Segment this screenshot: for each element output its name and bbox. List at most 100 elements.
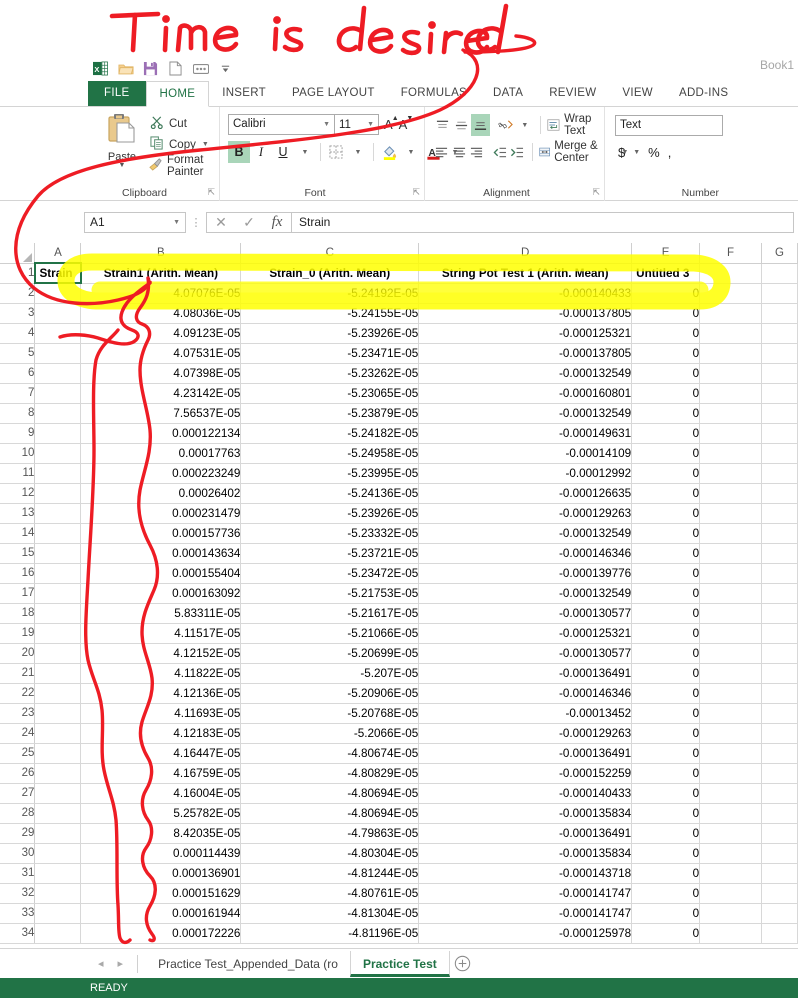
- confirm-entry-button[interactable]: ✓: [235, 213, 263, 232]
- cell-e17[interactable]: 0: [631, 583, 701, 604]
- cell-d33[interactable]: -0.000141747: [418, 903, 633, 924]
- cell-b27[interactable]: 4.16004E-05: [80, 783, 242, 804]
- cell-f6[interactable]: [699, 363, 762, 384]
- row-header-24[interactable]: 24: [0, 723, 36, 744]
- cell-d11[interactable]: -0.00012992: [418, 463, 633, 484]
- cell-g13[interactable]: [761, 503, 798, 524]
- cell-e2[interactable]: 0: [631, 283, 701, 304]
- cell-f11[interactable]: [699, 463, 762, 484]
- cell-b22[interactable]: 4.12136E-05: [80, 683, 242, 704]
- cell-d12[interactable]: -0.000126635: [418, 483, 633, 504]
- cell-d21[interactable]: -0.000136491: [418, 663, 633, 684]
- cell-e12[interactable]: 0: [631, 483, 701, 504]
- cell-e9[interactable]: 0: [631, 423, 701, 444]
- cell-g8[interactable]: [761, 403, 798, 424]
- borders-caret-icon[interactable]: ▼: [347, 141, 369, 163]
- row-header-2[interactable]: 2: [0, 283, 36, 304]
- insert-function-icon[interactable]: fx: [263, 213, 291, 232]
- row-header-30[interactable]: 30: [0, 843, 36, 864]
- increase-indent-button[interactable]: [509, 141, 526, 163]
- cell-g3[interactable]: [761, 303, 798, 324]
- cell-a16[interactable]: [34, 563, 82, 584]
- cell-a2[interactable]: [34, 283, 82, 304]
- cell-g22[interactable]: [761, 683, 798, 704]
- cell-e3[interactable]: 0: [631, 303, 701, 324]
- row-header-25[interactable]: 25: [0, 743, 36, 764]
- cell-e18[interactable]: 0: [631, 603, 701, 624]
- row-header-10[interactable]: 10: [0, 443, 36, 464]
- cell-g34[interactable]: [761, 923, 798, 944]
- row-header-33[interactable]: 33: [0, 903, 36, 924]
- column-header-c[interactable]: C: [240, 243, 420, 264]
- cell-e23[interactable]: 0: [631, 703, 701, 724]
- cell-b5[interactable]: 4.07531E-05: [80, 343, 242, 364]
- cell-f21[interactable]: [699, 663, 762, 684]
- cell-f14[interactable]: [699, 523, 762, 544]
- cell-e20[interactable]: 0: [631, 643, 701, 664]
- cell-e4[interactable]: 0: [631, 323, 701, 344]
- cell-c15[interactable]: -5.23721E-05: [240, 543, 420, 564]
- cell-b30[interactable]: 0.000114439: [80, 843, 242, 864]
- cell-f16[interactable]: [699, 563, 762, 584]
- font-dialog-launcher-icon[interactable]: ⇱: [412, 187, 420, 198]
- align-center-button[interactable]: [450, 141, 467, 163]
- cell-a28[interactable]: [34, 803, 82, 824]
- row-header-18[interactable]: 18: [0, 603, 36, 624]
- cell-a18[interactable]: [34, 603, 82, 624]
- cell-c16[interactable]: -5.23472E-05: [240, 563, 420, 584]
- align-middle-button[interactable]: [452, 114, 471, 136]
- cell-e1[interactable]: Untitled 3: [631, 263, 701, 284]
- cell-f19[interactable]: [699, 623, 762, 644]
- cell-g18[interactable]: [761, 603, 798, 624]
- cell-g12[interactable]: [761, 483, 798, 504]
- cell-a23[interactable]: [34, 703, 82, 724]
- cell-c9[interactable]: -5.24182E-05: [240, 423, 420, 444]
- cell-b19[interactable]: 4.11517E-05: [80, 623, 242, 644]
- cell-b31[interactable]: 0.000136901: [80, 863, 242, 884]
- cell-c8[interactable]: -5.23879E-05: [240, 403, 420, 424]
- cell-g27[interactable]: [761, 783, 798, 804]
- cell-b10[interactable]: 0.00017763: [80, 443, 242, 464]
- cell-b24[interactable]: 4.12183E-05: [80, 723, 242, 744]
- column-header-e[interactable]: E: [631, 243, 701, 264]
- row-header-11[interactable]: 11: [0, 463, 36, 484]
- cell-g14[interactable]: [761, 523, 798, 544]
- cell-e19[interactable]: 0: [631, 623, 701, 644]
- row-header-19[interactable]: 19: [0, 623, 36, 644]
- cell-c4[interactable]: -5.23926E-05: [240, 323, 420, 344]
- number-format-combobox[interactable]: Text: [615, 115, 723, 136]
- cell-f34[interactable]: [699, 923, 762, 944]
- cell-b9[interactable]: 0.000122134: [80, 423, 242, 444]
- cell-e8[interactable]: 0: [631, 403, 701, 424]
- tab-page-layout[interactable]: PAGE LAYOUT: [279, 81, 388, 106]
- cell-c19[interactable]: -5.21066E-05: [240, 623, 420, 644]
- cell-f8[interactable]: [699, 403, 762, 424]
- cut-button[interactable]: Cut: [148, 113, 219, 134]
- cell-g17[interactable]: [761, 583, 798, 604]
- row-header-4[interactable]: 4: [0, 323, 36, 344]
- cell-f18[interactable]: [699, 603, 762, 624]
- cell-g29[interactable]: [761, 823, 798, 844]
- cell-f23[interactable]: [699, 703, 762, 724]
- align-left-button[interactable]: [433, 141, 450, 163]
- row-header-15[interactable]: 15: [0, 543, 36, 564]
- cell-c11[interactable]: -5.23995E-05: [240, 463, 420, 484]
- align-top-button[interactable]: [433, 114, 452, 136]
- cell-b29[interactable]: 8.42035E-05: [80, 823, 242, 844]
- row-header-7[interactable]: 7: [0, 383, 36, 404]
- cell-d34[interactable]: -0.000125978: [418, 923, 633, 944]
- cell-b28[interactable]: 5.25782E-05: [80, 803, 242, 824]
- row-header-6[interactable]: 6: [0, 363, 36, 384]
- cell-c2[interactable]: -5.24192E-05: [240, 283, 420, 304]
- cell-a20[interactable]: [34, 643, 82, 664]
- cell-c32[interactable]: -4.80761E-05: [240, 883, 420, 904]
- cell-e15[interactable]: 0: [631, 543, 701, 564]
- cell-a19[interactable]: [34, 623, 82, 644]
- cell-c33[interactable]: -4.81304E-05: [240, 903, 420, 924]
- tab-formulas[interactable]: FORMULAS: [388, 81, 480, 106]
- cell-g1[interactable]: [761, 263, 798, 284]
- cell-c23[interactable]: -5.20768E-05: [240, 703, 420, 724]
- cell-e14[interactable]: 0: [631, 523, 701, 544]
- cell-d1[interactable]: String Pot Test 1 (Arith. Mean): [418, 263, 633, 284]
- cancel-entry-button[interactable]: ✕: [207, 213, 235, 232]
